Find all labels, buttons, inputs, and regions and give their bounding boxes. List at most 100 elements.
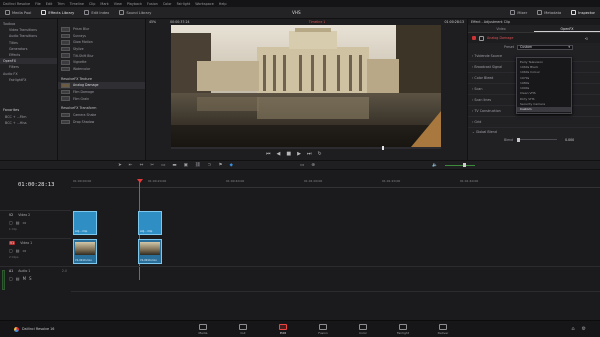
page-fusion-button[interactable]: Fusion	[303, 323, 343, 335]
preset-dropdown[interactable]: Custom ▾	[516, 44, 573, 50]
blend-slider-knob[interactable]	[517, 137, 521, 142]
play-reverse-icon[interactable]: ◀	[277, 151, 281, 158]
menu-item[interactable]: Mark	[100, 2, 108, 6]
effect-item[interactable]: Sunrays	[58, 33, 145, 40]
play-icon[interactable]: ▶	[297, 151, 301, 158]
viewer-scrubber[interactable]	[171, 146, 441, 150]
menu-item[interactable]: Help	[219, 2, 227, 6]
track-visibility-icon[interactable]: ▭	[23, 248, 27, 253]
metadata-button[interactable]: Metadata	[532, 7, 566, 19]
dynamic-trim-icon[interactable]: ⇔	[140, 163, 144, 168]
tab-video[interactable]: Video	[468, 25, 534, 32]
page-deliver-button[interactable]: Deliver	[423, 323, 463, 335]
effect-item[interactable]: Drop Shadow	[58, 119, 145, 126]
menu-item[interactable]: Trim	[57, 2, 64, 6]
stop-icon[interactable]: ■	[286, 151, 291, 158]
effect-enable-toggle[interactable]	[472, 36, 476, 40]
effect-item[interactable]: Film Damage	[58, 89, 145, 96]
lock-track-icon[interactable]: ▢	[9, 276, 13, 281]
effect-item[interactable]: Vignette	[58, 59, 145, 66]
media-pool-button[interactable]: Media Pool	[0, 7, 36, 19]
zoom-fit-icon[interactable]: ▭	[300, 163, 304, 168]
page-cut-button[interactable]: Cut	[223, 323, 263, 335]
section-grid[interactable]: › Grid	[468, 117, 600, 128]
tab-openfx[interactable]: OpenFX	[534, 25, 600, 32]
track-visibility-icon[interactable]: ▭	[23, 220, 27, 225]
sound-library-button[interactable]: Sound Library	[114, 7, 156, 19]
menu-item[interactable]: Clip	[89, 2, 95, 6]
menu-item[interactable]: View	[114, 2, 122, 6]
jump-end-icon[interactable]: ⏭	[307, 151, 312, 158]
video-clip-2[interactable]: V1-0010.mov	[138, 239, 162, 264]
selection-tool-icon[interactable]: ➤	[118, 163, 122, 168]
timeline-name[interactable]: Timeline 1	[309, 20, 326, 24]
link-icon[interactable]: ⛓	[195, 163, 201, 168]
zoom-in-icon[interactable]: ⊕	[311, 163, 315, 168]
blend-slider[interactable]	[517, 137, 558, 142]
zoom-slider-knob[interactable]	[462, 163, 466, 167]
favorite-item[interactable]: BCC + ...Hiss	[0, 120, 57, 126]
dropdown-option-selected[interactable]: Custom	[517, 106, 571, 112]
viewer-video-frame[interactable]	[171, 25, 441, 147]
auto-select-icon[interactable]: ▤	[16, 248, 20, 253]
adjustment-clip-2[interactable]: Adj... Clip	[138, 211, 162, 235]
page-color-button[interactable]: Color	[343, 323, 383, 335]
menu-item[interactable]: Workspace	[195, 2, 214, 6]
auto-select-icon[interactable]: ▤	[16, 220, 20, 225]
page-media-button[interactable]: Media	[183, 323, 223, 335]
menu-item[interactable]: Playback	[127, 2, 142, 6]
jump-start-icon[interactable]: ⏮	[266, 151, 271, 158]
replace-icon[interactable]: ▣	[184, 163, 188, 168]
mixer-button[interactable]: Mixer	[505, 7, 532, 19]
video-clip-1[interactable]: V1-0010.mov	[73, 239, 97, 264]
loop-icon[interactable]: ↻	[317, 151, 321, 158]
page-fairlight-button[interactable]: Fairlight	[383, 323, 423, 335]
menu-item[interactable]: DaVinci Resolve	[3, 2, 30, 6]
scrubber-playhead[interactable]	[382, 146, 384, 150]
track-name[interactable]: Video 1	[20, 241, 32, 245]
trim-tool-icon[interactable]: ⇤	[129, 163, 133, 168]
effects-library-button[interactable]: Effects Library	[36, 7, 79, 19]
menu-item[interactable]: Fusion	[147, 2, 158, 6]
lock-track-icon[interactable]: ▢	[9, 220, 13, 225]
track-name[interactable]: Video 2	[18, 213, 30, 217]
blade-tool-icon[interactable]: ✂	[150, 163, 154, 168]
snap-icon[interactable]: ⊃	[208, 163, 212, 168]
home-icon[interactable]: ⌂	[571, 326, 574, 332]
effect-item[interactable]: Watercolor	[58, 66, 145, 73]
menu-item[interactable]: Timeline	[70, 2, 84, 6]
section-global-blend[interactable]: ⌄ Global Blend	[468, 128, 600, 136]
solo-icon[interactable]: S	[29, 276, 32, 281]
marker-icon[interactable]: ◆	[229, 163, 232, 168]
delete-icon[interactable]: ⟲	[585, 36, 588, 41]
effect-item-analog-damage[interactable]: Analog Damage	[58, 82, 145, 89]
menu-item[interactable]: Color	[163, 2, 172, 6]
menu-item[interactable]: Fairlight	[177, 2, 191, 6]
mute-icon[interactable]: M	[23, 276, 26, 281]
effect-item[interactable]: Film Grain	[58, 95, 145, 102]
effect-item[interactable]: Tilt-Shift Blur	[58, 52, 145, 59]
overwrite-icon[interactable]: ▬	[172, 163, 176, 168]
auto-select-icon[interactable]: ▤	[16, 276, 20, 281]
menu-item[interactable]: File	[35, 2, 41, 6]
track-name[interactable]: Audio 1	[18, 269, 30, 273]
playhead-head-icon[interactable]	[136, 179, 143, 183]
insert-icon[interactable]: ▭	[161, 163, 165, 168]
inspector-button[interactable]: Inspector	[566, 7, 600, 19]
effect-item[interactable]: Camera Shake	[58, 112, 145, 119]
volume-icon[interactable]: 🔈	[432, 163, 438, 168]
menu-item[interactable]: Edit	[46, 2, 53, 6]
edit-index-button[interactable]: Edit Index	[79, 7, 114, 19]
settings-icon[interactable]: ⚙	[582, 326, 586, 332]
viewer-zoom[interactable]: 45%	[149, 20, 156, 24]
lock-track-icon[interactable]: ▢	[9, 248, 13, 253]
timeline-ruler[interactable]: 01:00:00:00 01:00:20:00 01:00:40:00 01:0…	[71, 178, 600, 188]
effect-item[interactable]: Prism Blur	[58, 26, 145, 33]
effect-item[interactable]: Stylize	[58, 46, 145, 53]
flag-icon[interactable]: ⚑	[218, 163, 222, 168]
page-edit-button[interactable]: Edit	[263, 323, 303, 335]
blend-value[interactable]: 0.000	[565, 138, 574, 142]
zoom-slider[interactable]	[444, 163, 475, 167]
adjustment-clip-1[interactable]: Adj... Clip	[73, 211, 97, 235]
audio-track-lane[interactable]	[71, 266, 600, 292]
